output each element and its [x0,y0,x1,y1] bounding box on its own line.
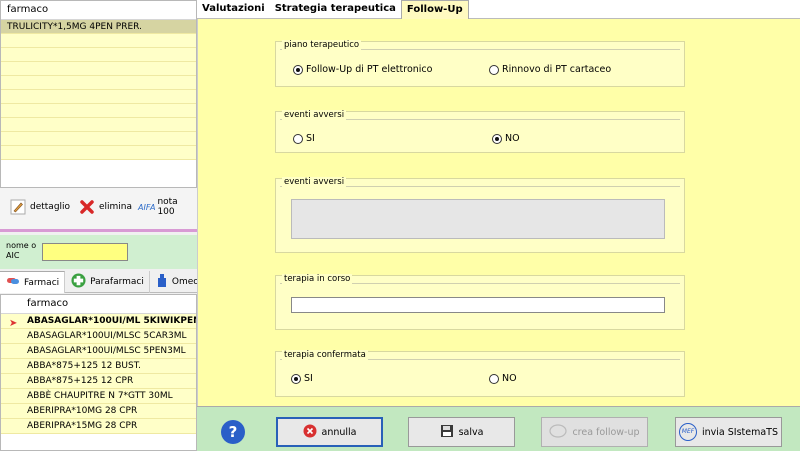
search-label: nome o AIC [6,241,37,260]
list-item[interactable]: ABBÈ CHAUPITRE N 7*GTT 30ML [1,389,196,404]
radio-dot [293,133,303,144]
drug-list: farmaco ➤ ABASAGLAR*100UI/ML 5KIWIKPEN A… [0,294,197,451]
list-item[interactable]: ABERIPRA*10MG 28 CPR [1,404,196,419]
tab-valutazioni[interactable]: Valutazioni [197,0,270,19]
radio-eventi-no[interactable]: NO [492,133,520,144]
table-row[interactable] [1,48,196,62]
delete-label: elimina [99,202,133,212]
radio-dot [489,373,499,384]
radio-follow-up-pt-elettronico[interactable]: Follow-Up di PT elettronico [293,64,432,75]
radio-dot [489,64,499,75]
group-legend: eventi avversi [282,110,347,120]
radio-dot [291,373,301,384]
tab-parafarmaci[interactable]: Parafarmaci [65,271,150,293]
radio-terapia-si[interactable]: SI [291,373,313,384]
detail-button[interactable]: dettaglio [10,197,70,217]
tab-follow-up[interactable]: Follow-Up [400,0,469,19]
radio-eventi-si[interactable]: SI [293,133,315,144]
search-input[interactable] [42,243,128,261]
tab-strategia-terapeutica[interactable]: Strategia terapeutica [270,0,401,19]
list-item[interactable]: ABASAGLAR*100UI/MLSC 5CAR3ML [1,329,196,344]
table-row[interactable] [1,90,196,104]
list-item[interactable]: ABBA*875+125 12 BUST. [1,359,196,374]
list-item[interactable]: ABERIPRA*15MG 28 CPR [1,419,196,434]
list-item[interactable]: ➤ ABASAGLAR*100UI/ML 5KIWIKPEN [1,314,196,329]
create-follow-up-button[interactable]: crea follow-up [541,417,648,447]
create-follow-up-icon [549,423,568,441]
drug-list-header: farmaco [1,295,196,314]
eventi-avversi-detail-group: eventi avversi [275,177,685,253]
radio-rinnovo-pt-cartaceo[interactable]: Rinnovo di PT cartaceo [489,64,611,75]
mef-logo-icon: MEF [678,423,697,441]
current-row-arrow-icon: ➤ [9,318,18,329]
eventi-avversi-group: eventi avversi SI NO [275,110,685,153]
group-legend: terapia confermata [282,350,368,360]
help-icon[interactable]: ? [221,420,245,444]
table-row[interactable] [1,118,196,132]
green-cross-icon [71,273,86,291]
detail-label: dettaglio [30,202,71,212]
table-row[interactable] [1,104,196,118]
group-legend: piano terapeutico [282,40,362,50]
table-row[interactable] [1,62,196,76]
tab-farmaci[interactable]: Farmaci [0,271,66,293]
terapia-in-corso-group: terapia in corso [275,274,685,330]
red-x-icon [79,199,95,215]
pills-icon [6,275,20,290]
bottle-icon [156,273,168,291]
note-100-button[interactable]: AIFA nota 100 [138,197,197,217]
follow-up-form: piano terapeutico Follow-Up di PT elettr… [197,19,800,406]
aifa-icon: AIFA [138,202,156,212]
table-row[interactable]: TRULICITY*1,5MG 4PEN PRER. [1,20,196,34]
cancel-button[interactable]: annulla [276,417,383,447]
floppy-disk-icon [440,424,454,441]
radio-terapia-no[interactable]: NO [489,373,517,384]
table-row[interactable] [1,34,196,48]
terapia-confermata-group: terapia confermata SI NO [275,350,685,397]
selected-drugs-table: farmaco TRULICITY*1,5MG 4PEN PRER. [0,0,197,188]
selected-drugs-actions: dettaglio elimina AIFA nota 100 [0,188,197,232]
selected-drugs-header: farmaco [1,1,196,20]
group-legend: terapia in corso [282,274,353,284]
table-row[interactable] [1,132,196,146]
eventi-avversi-textarea[interactable] [291,199,665,239]
cancel-x-icon [303,424,317,441]
list-item[interactable]: ABBA*875+125 12 CPR [1,374,196,389]
radio-dot [492,133,502,144]
group-legend: eventi avversi [282,177,347,187]
left-tab-bar: Farmaci Parafarmaci Omeo [0,271,205,293]
search-panel: nome o AIC [0,235,197,269]
save-button[interactable]: salva [408,417,515,447]
table-row[interactable] [1,76,196,90]
table-row[interactable] [1,146,196,160]
radio-dot [293,64,303,75]
list-item[interactable]: ABASAGLAR*100UI/MLSC 5PEN3ML [1,344,196,359]
terapia-in-corso-input[interactable] [291,297,665,313]
main-tab-bar: Valutazioni Strategia terapeutica Follow… [197,0,800,19]
piano-terapeutico-group: piano terapeutico Follow-Up di PT elettr… [275,40,685,87]
pencil-icon [10,199,26,215]
note-100-label: nota 100 [157,197,178,217]
delete-button[interactable]: elimina [79,197,132,217]
send-sistema-ts-button[interactable]: MEF invia SIstemaTS [675,417,782,447]
bottom-action-bar: ? annulla salva crea follow-up MEF invia… [197,406,800,451]
